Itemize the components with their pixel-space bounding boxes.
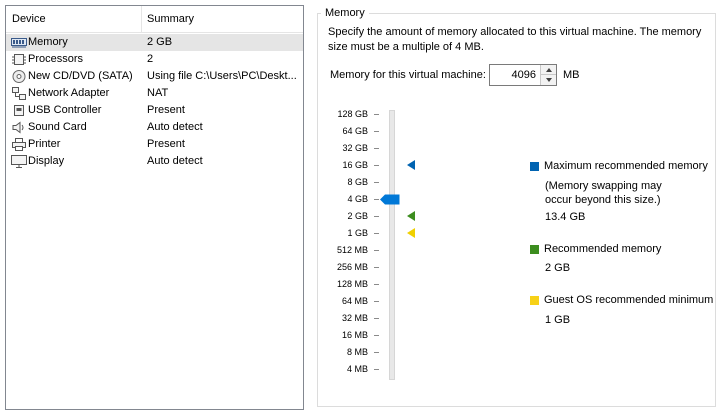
scale-label: 16 MB: [341, 330, 368, 340]
max-recommended-marker-icon: [407, 160, 415, 170]
device-summary: 2 GB: [147, 36, 173, 48]
device-name: USB Controller: [28, 104, 102, 116]
device-row-processors[interactable]: Processors 2: [6, 51, 303, 68]
guest-minimum-marker-icon: [407, 228, 415, 238]
device-row-network-adapter[interactable]: Network Adapter NAT: [6, 85, 303, 102]
scale-tick: [374, 267, 379, 268]
max-recommended-legend-swatch: [530, 162, 539, 171]
scale-label: 32 GB: [342, 143, 368, 153]
device-name: Printer: [28, 138, 61, 150]
device-name: Processors: [28, 53, 84, 65]
memory-field-label: Memory for this virtual machine:: [330, 69, 486, 81]
scale-label: 2 GB: [347, 211, 368, 221]
scale-tick: [374, 114, 379, 115]
scale-tick: [374, 369, 379, 370]
device-row-memory[interactable]: Memory 2 GB: [6, 34, 303, 51]
memory-group-title: Memory: [321, 6, 369, 20]
memory-description: Specify the amount of memory allocated t…: [328, 26, 702, 53]
memory-input[interactable]: 4096: [490, 65, 540, 85]
device-summary: 2: [147, 53, 154, 65]
spin-up-button[interactable]: [541, 65, 556, 75]
recommended-value: 2 GB: [545, 262, 571, 274]
guest-minimum-legend-swatch: [530, 296, 539, 305]
scale-label: 4 GB: [347, 194, 368, 204]
usb-controller-icon: [14, 105, 24, 116]
scale-tick: [374, 199, 379, 200]
device-name: Memory: [28, 36, 68, 48]
column-header-device[interactable]: Device: [6, 6, 142, 33]
scale-label: 256 MB: [336, 262, 368, 272]
device-row-usb-controller[interactable]: USB Controller Present: [6, 102, 303, 119]
sound-card-icon: [12, 121, 24, 134]
arrow-down-icon: [545, 78, 552, 82]
scale-label: 4 MB: [346, 364, 368, 374]
device-summary: Auto detect: [147, 121, 203, 133]
device-row-display[interactable]: Display Auto detect: [6, 153, 303, 170]
scale-label: 8 MB: [346, 347, 368, 357]
max-recommended-value: 13.4 GB: [545, 211, 586, 223]
device-name: Network Adapter: [28, 87, 110, 99]
scale-tick: [374, 216, 379, 217]
max-recommended-title: Maximum recommended memory: [544, 160, 708, 172]
memory-spinbox[interactable]: 4096: [489, 64, 557, 86]
device-summary: Present: [147, 138, 185, 150]
memory-icon: [11, 38, 27, 48]
scale-label: 1 GB: [347, 228, 368, 238]
processor-icon: [12, 54, 26, 65]
network-adapter-icon: [12, 87, 26, 100]
scale-label: 512 MB: [336, 245, 368, 255]
recommended-legend-swatch: [530, 245, 539, 254]
guest-minimum-title: Guest OS recommended minimum: [544, 294, 714, 306]
guest-minimum-value: 1 GB: [545, 314, 571, 326]
scale-tick: [374, 131, 379, 132]
device-summary: NAT: [147, 87, 169, 99]
device-list[interactable]: Device Summary Memory 2 GB Processors 2: [5, 5, 304, 410]
column-header-summary[interactable]: Summary: [142, 6, 303, 33]
scale-label: 16 GB: [342, 160, 368, 170]
memory-slider-thumb[interactable]: [380, 194, 400, 205]
memory-slider-track[interactable]: [389, 110, 395, 380]
recommended-marker-icon: [407, 211, 415, 221]
device-name: Sound Card: [28, 121, 87, 133]
scale-tick: [374, 165, 379, 166]
spin-down-button[interactable]: [541, 75, 556, 85]
cd-dvd-icon: [12, 70, 26, 83]
recommended-title: Recommended memory: [544, 243, 662, 255]
device-row-printer[interactable]: Printer Present: [6, 136, 303, 153]
device-name: Display: [28, 155, 65, 167]
scale-label: 32 MB: [341, 313, 368, 323]
scale-tick: [374, 352, 379, 353]
scale-tick: [374, 148, 379, 149]
scale-tick: [374, 182, 379, 183]
device-summary: Present: [147, 104, 185, 116]
scale-tick: [374, 301, 379, 302]
scale-label: 64 MB: [341, 296, 368, 306]
scale-label: 64 GB: [342, 126, 368, 136]
scale-tick: [374, 250, 379, 251]
scale-tick: [374, 318, 379, 319]
device-summary: Auto detect: [147, 155, 203, 167]
device-row-sound-card[interactable]: Sound Card Auto detect: [6, 119, 303, 136]
scale-tick: [374, 233, 379, 234]
scale-label: 128 MB: [336, 279, 368, 289]
memory-unit-label: MB: [563, 69, 580, 81]
max-recommended-note: (Memory swapping may occur beyond this s…: [545, 180, 662, 206]
device-name: New CD/DVD (SATA): [28, 70, 133, 82]
scale-label: 8 GB: [347, 177, 368, 187]
device-row-cd-dvd[interactable]: New CD/DVD (SATA) Using file C:\Users\PC…: [6, 68, 303, 85]
device-summary: Using file C:\Users\PC\Deskt...: [147, 70, 297, 82]
display-icon: [11, 155, 27, 168]
scale-label: 128 GB: [337, 109, 368, 119]
scale-tick: [374, 335, 379, 336]
scale-tick: [374, 284, 379, 285]
device-list-header: Device Summary: [6, 6, 303, 33]
arrow-up-icon: [545, 67, 552, 72]
printer-icon: [12, 138, 26, 151]
